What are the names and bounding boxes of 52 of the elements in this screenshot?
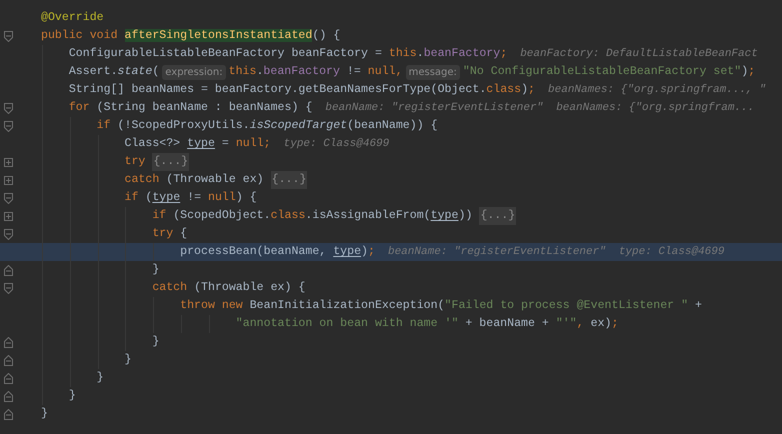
expand-fold-icon[interactable] xyxy=(4,158,13,166)
inline-value-hint: type: Class@4699 xyxy=(284,136,390,152)
expand-fold-icon[interactable] xyxy=(4,212,13,220)
code-text: try { xyxy=(152,226,188,242)
code-text: @Override xyxy=(41,10,104,26)
inline-value-hint: beanFactory: DefaultListableBeanFact xyxy=(520,46,758,62)
fold-end-icon[interactable] xyxy=(4,408,13,420)
code-text: } xyxy=(41,406,48,422)
fold-start-icon[interactable] xyxy=(4,102,13,114)
inline-value-hint: type: Class@4699 xyxy=(618,244,724,260)
code-text: throw new BeanInitializationException("Failed to process @EventListener " + xyxy=(180,298,702,314)
inline-value-hint: beanName: "registerEventListener" xyxy=(325,100,544,116)
code-text: "annotation on bean with name '" + beanName + "'", ex); xyxy=(236,316,618,332)
code-text: Class<?> type = null; xyxy=(124,136,271,152)
fold-start-icon[interactable] xyxy=(4,282,13,294)
parameter-hint: expression: xyxy=(162,64,226,80)
folded-code-placeholder[interactable]: {...} xyxy=(152,153,190,171)
fold-start-icon[interactable] xyxy=(4,120,13,132)
code-text: catch (Throwable ex) xyxy=(124,172,265,188)
code-text: public void afterSingletonsInstantiated() { xyxy=(41,28,340,44)
parameter-hint: message: xyxy=(406,64,460,80)
code-text: } xyxy=(152,334,160,350)
code-text: } xyxy=(96,370,104,386)
code-text: ConfigurableListableBeanFactory beanFactory = this.beanFactory; xyxy=(68,46,508,62)
fold-end-icon[interactable] xyxy=(4,336,13,348)
inline-value-hint: beanName: "registerEventListener" xyxy=(388,244,606,260)
code-text: if (ScopedObject.class.isAssignableFrom(type)) xyxy=(152,208,474,224)
expand-fold-icon[interactable] xyxy=(4,176,13,184)
code-text: "No ConfigurableListableBeanFactory set"); xyxy=(462,64,756,80)
code-text: Assert.state( xyxy=(68,64,160,80)
fold-start-icon[interactable] xyxy=(4,228,13,240)
folded-code-placeholder[interactable]: {...} xyxy=(270,171,308,189)
code-text: processBean(beanName, type); xyxy=(180,244,375,260)
folded-code-placeholder[interactable]: {...} xyxy=(479,207,516,225)
code-text: try xyxy=(124,154,146,170)
code-text: if (!ScopedProxyUtils.isScopedTarget(beanName)) { xyxy=(96,118,438,134)
code-text: this.beanFactory != null, xyxy=(228,64,403,80)
fold-start-icon[interactable] xyxy=(4,30,13,42)
inline-value-hint: beanNames: {"org.springfram... xyxy=(556,100,754,116)
inline-value-hint: beanNames: {"org.springfram..., " xyxy=(548,82,766,98)
fold-end-icon[interactable] xyxy=(4,354,13,366)
fold-end-icon[interactable] xyxy=(4,390,13,402)
code-text: for (String beanName : beanNames) { xyxy=(68,100,312,116)
code-text: catch (Throwable ex) { xyxy=(152,280,306,296)
code-text: } xyxy=(124,352,132,368)
code-text: if (type != null) { xyxy=(124,190,257,206)
fold-start-icon[interactable] xyxy=(4,192,13,204)
code-text: } xyxy=(152,262,160,278)
fold-end-icon[interactable] xyxy=(4,372,13,384)
code-text: String[] beanNames = beanFactory.getBeanNamesForType(Object.class); xyxy=(68,82,536,98)
fold-end-icon[interactable] xyxy=(4,264,13,276)
code-text: } xyxy=(68,388,76,404)
